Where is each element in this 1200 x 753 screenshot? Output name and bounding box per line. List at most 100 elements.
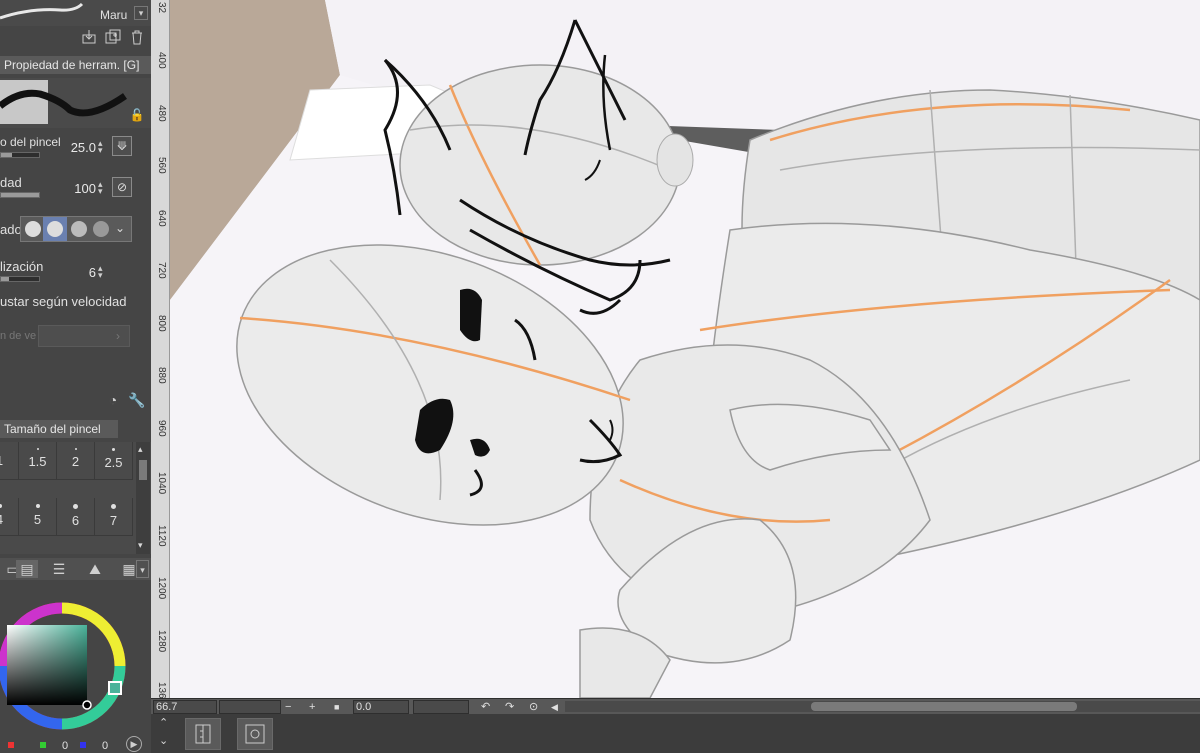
vertical-ruler: 32 400 480 560 640 720 800 880 960 1040 1120 1200 12… <box>151 0 170 698</box>
lock-icon[interactable]: 🔓 <box>128 106 146 124</box>
brush-size-cell[interactable]: 2.5 <box>95 442 133 480</box>
tab-color-set[interactable]: ☰ <box>48 560 70 578</box>
ruler-tick: 960 <box>156 419 167 437</box>
blue-value[interactable]: 0 <box>102 740 108 752</box>
brush-size-option: 6 <box>71 513 80 528</box>
reset-rotation-icon[interactable]: ⊙ <box>529 699 538 715</box>
ruler-tick: 560 <box>156 157 167 174</box>
speed-adjust-label: ustar según velocidad <box>0 294 127 309</box>
zoom-in-icon[interactable]: + <box>309 699 315 715</box>
color-wheel-area: 0 0 ▶ <box>0 582 151 753</box>
brush-size-option: 2.5 <box>104 455 123 470</box>
rotate-right-icon[interactable]: ↷ <box>505 699 514 715</box>
scroll-left-icon[interactable]: ◀ <box>551 699 558 715</box>
zoom-out-icon[interactable]: − <box>285 699 291 715</box>
green-channel-swatch <box>40 742 46 748</box>
disabled-row: n de ve › <box>0 322 151 350</box>
chevron-down-icon[interactable]: ▾ <box>138 540 143 551</box>
drawing-canvas[interactable] <box>170 0 1200 698</box>
opacity-value[interactable]: 100 <box>66 181 96 196</box>
chevron-down-icon[interactable]: ▾ <box>134 6 148 20</box>
brush-stroke-preview <box>0 2 84 20</box>
zoom-slider[interactable] <box>219 700 281 714</box>
saturation-handle <box>82 700 92 710</box>
brush-size-slider[interactable] <box>0 152 40 158</box>
brush-actions-row <box>0 26 151 50</box>
ruler-tick: 640 <box>156 209 167 227</box>
chevron-up-icon[interactable]: ▴ <box>138 444 143 455</box>
rotate-left-icon[interactable]: ↶ <box>481 699 490 715</box>
speed-adjust-row[interactable]: ustar según velocidad <box>0 292 151 312</box>
color-panel-tabs: ▭ ▤ ☰ ⛰ ▦ ▾ <box>0 558 151 580</box>
ruler-tick: 1120 <box>156 524 167 547</box>
play-icon[interactable]: ▶ <box>126 736 142 752</box>
brush-size-label: o del pincel <box>0 135 61 149</box>
opacity-toggle[interactable]: ⊘ <box>112 177 132 197</box>
color-wheel[interactable] <box>0 582 151 753</box>
fit-icon[interactable]: ■ <box>334 699 339 715</box>
stabilization-stepper[interactable]: ▴ ▾ <box>98 264 103 280</box>
scroll-thumb[interactable] <box>139 460 147 480</box>
layer-panel-button[interactable] <box>185 718 221 750</box>
brush-size-cell[interactable]: 5 <box>19 498 57 536</box>
ruler-tick: 400 <box>156 52 167 69</box>
brush-size-cell[interactable]: 1 <box>0 442 19 480</box>
brush-size-cell[interactable]: 7 <box>95 498 133 536</box>
red-channel-swatch <box>8 742 14 748</box>
brush-size-cell[interactable]: 2 <box>57 442 95 480</box>
chevron-down-icon[interactable]: ⌄ <box>115 221 125 235</box>
trash-icon[interactable] <box>128 29 146 47</box>
brush-size-scrollbar[interactable]: ▴ ▾ <box>136 442 150 554</box>
brush-size-row: o del pincel 25.0 ▴ ▾ ⟱ <box>0 132 151 166</box>
brush-size-value[interactable]: 25.0 <box>66 140 96 155</box>
import-icon[interactable] <box>80 29 98 47</box>
shape-option-soft[interactable] <box>71 221 87 237</box>
angle-field[interactable]: 0.0 <box>353 700 409 714</box>
zoom-field[interactable]: 66.7 <box>153 700 217 714</box>
brush-size-cell[interactable]: 1.5 <box>19 442 57 480</box>
chevron-down-icon[interactable]: ⌄ <box>159 734 168 747</box>
tab-intermediate-color[interactable]: ⛰ <box>84 560 106 578</box>
chevron-up-icon[interactable]: ⌃ <box>159 716 168 729</box>
tool-property-title: Propiedad de herram. [G] <box>4 58 140 72</box>
brush-size-header[interactable]: Tamaño del pincel [G] <box>0 420 118 454</box>
shape-option-round <box>47 221 63 237</box>
sub-tool-detail-icon[interactable]: ◔ <box>104 391 122 409</box>
ruler-tick: 1360 <box>156 682 167 698</box>
stabilization-row: lización 6 ▴ ▾ <box>0 256 151 290</box>
green-value[interactable]: 0 <box>62 740 68 752</box>
stabilization-value[interactable]: 6 <box>66 265 96 280</box>
ruler-tick: 1040 <box>156 472 167 495</box>
brush-name: Maru <box>100 8 128 22</box>
brush-size-cell[interactable]: 6 <box>57 498 95 536</box>
angle-slider[interactable] <box>413 700 469 714</box>
pressure-toggle[interactable]: ⟱ <box>112 136 132 156</box>
wrench-icon[interactable]: 🔧 <box>128 391 146 409</box>
shape-option-airbrush[interactable] <box>93 221 109 237</box>
stabilization-slider[interactable] <box>0 276 40 282</box>
opacity-slider[interactable] <box>0 192 40 198</box>
brush-size-cell[interactable]: 4 <box>0 498 19 536</box>
shape-selector[interactable]: ⌄ <box>20 216 132 242</box>
navigator-icon <box>245 724 265 744</box>
brush-preview-row[interactable]: Maru ▾ <box>0 0 151 26</box>
chevron-down-icon[interactable]: ▾ <box>136 560 149 578</box>
ruler-tick: 480 <box>156 104 167 122</box>
duplicate-icon[interactable] <box>104 29 122 47</box>
chevron-right-icon: › <box>116 329 120 343</box>
navigator-button[interactable] <box>237 718 273 750</box>
canvas-artwork <box>170 0 1200 698</box>
status-bar: 66.7 − + ■ 0.0 ↶ ↷ ⊙ ◀ <box>151 698 1200 714</box>
opacity-label: dad <box>0 175 22 190</box>
tab-color-slider[interactable]: ▤ <box>16 560 38 578</box>
tool-property-header[interactable]: Propiedad de herram. [G] <box>0 56 151 74</box>
stabilization-label: lización <box>0 259 44 274</box>
ruler-tick: 32 <box>156 2 167 14</box>
opacity-stepper[interactable]: ▴ ▾ <box>98 180 103 196</box>
horizontal-scroll-thumb[interactable] <box>811 702 1077 711</box>
brush-size-stepper[interactable]: ▴ ▾ <box>98 139 103 155</box>
shape-option-textured[interactable] <box>25 221 41 237</box>
horizontal-scrollbar[interactable] <box>565 701 1200 712</box>
ruler-tick: 800 <box>156 314 167 332</box>
brush-size-option: 4 <box>0 512 3 527</box>
